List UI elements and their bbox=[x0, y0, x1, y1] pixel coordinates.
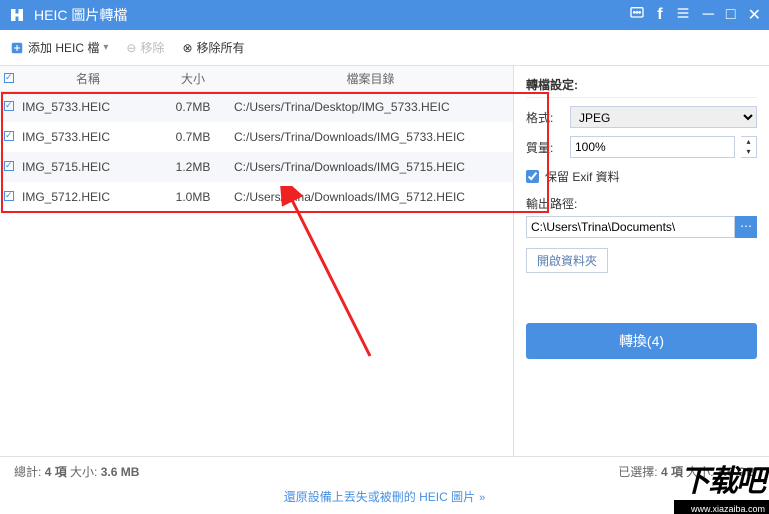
add-file-label: 添加 HEIC 檔 bbox=[28, 39, 99, 56]
table-row[interactable]: IMG_5733.HEIC 0.7MB C:/Users/Trina/Downl… bbox=[0, 122, 513, 152]
feedback-icon[interactable] bbox=[629, 5, 645, 26]
total-stats: 總計: 4 項 大小: 3.6 MB bbox=[14, 463, 139, 480]
file-name: IMG_5733.HEIC bbox=[18, 100, 158, 114]
file-path: C:/Users/Trina/Downloads/IMG_5715.HEIC bbox=[228, 160, 513, 174]
annotation-arrow bbox=[270, 186, 390, 366]
quality-input[interactable] bbox=[570, 136, 735, 158]
format-label: 格式: bbox=[526, 109, 564, 126]
toolbar: 添加 HEIC 檔 ▾ ⊖ 移除 ⊗ 移除所有 bbox=[0, 30, 769, 66]
maximize-button[interactable]: □ bbox=[726, 6, 736, 24]
clear-icon: ⊗ bbox=[182, 41, 192, 55]
watermark-text: 下载吧 bbox=[680, 456, 764, 500]
check-all[interactable] bbox=[0, 72, 18, 86]
add-file-button[interactable]: 添加 HEIC 檔 ▾ bbox=[10, 39, 108, 56]
app-logo-icon bbox=[8, 6, 26, 24]
remove-button[interactable]: ⊖ 移除 bbox=[126, 39, 164, 56]
settings-panel: 轉檔設定: 格式: JPEG 質量: ▴▾ 保留 Exif 資料 輸出路徑: ⋯… bbox=[514, 66, 769, 456]
app-title: HEIC 圖片轉檔 bbox=[34, 5, 629, 25]
remove-label: 移除 bbox=[140, 39, 164, 56]
chevron-down-icon: ▾ bbox=[103, 42, 108, 53]
file-size: 1.2MB bbox=[158, 160, 228, 174]
file-name: IMG_5715.HEIC bbox=[18, 160, 158, 174]
table-header: 名稱 大小 檔案目錄 bbox=[0, 66, 513, 92]
file-name: IMG_5733.HEIC bbox=[18, 130, 158, 144]
remove-all-button[interactable]: ⊗ 移除所有 bbox=[182, 39, 244, 56]
quality-label: 質量: bbox=[526, 139, 564, 156]
facebook-icon[interactable]: f bbox=[657, 6, 662, 24]
table-row[interactable]: IMG_5733.HEIC 0.7MB C:/Users/Trina/Deskt… bbox=[0, 92, 513, 122]
file-path: C:/Users/Trina/Downloads/IMG_5712.HEIC bbox=[228, 190, 513, 204]
settings-title: 轉檔設定: bbox=[526, 76, 757, 98]
watermark-url: www.xiazaiba.com bbox=[691, 504, 765, 514]
open-folder-button[interactable]: 開啟資料夾 bbox=[526, 248, 608, 273]
file-size: 0.7MB bbox=[158, 100, 228, 114]
menu-icon[interactable] bbox=[675, 5, 691, 26]
output-path-label: 輸出路徑: bbox=[526, 195, 757, 212]
titlebar: HEIC 圖片轉檔 f ─ □ ✕ bbox=[0, 0, 769, 30]
minimize-button[interactable]: ─ bbox=[703, 6, 714, 24]
file-path: C:/Users/Trina/Downloads/IMG_5733.HEIC bbox=[228, 130, 513, 144]
watermark: 下载吧 www.xiazaiba.com bbox=[649, 444, 769, 514]
row-checkbox[interactable] bbox=[4, 131, 14, 141]
file-size: 1.0MB bbox=[158, 190, 228, 204]
quality-spinner[interactable]: ▴▾ bbox=[741, 136, 757, 158]
output-path-input[interactable] bbox=[526, 216, 735, 238]
header-path[interactable]: 檔案目錄 bbox=[228, 70, 513, 87]
format-select[interactable]: JPEG bbox=[570, 106, 757, 128]
file-path: C:/Users/Trina/Desktop/IMG_5733.HEIC bbox=[228, 100, 513, 114]
table-row[interactable]: IMG_5715.HEIC 1.2MB C:/Users/Trina/Downl… bbox=[0, 152, 513, 182]
header-name[interactable]: 名稱 bbox=[18, 70, 158, 87]
row-checkbox[interactable] bbox=[4, 191, 14, 201]
main-area: 名稱 大小 檔案目錄 IMG_5733.HEIC 0.7MB C:/Users/… bbox=[0, 66, 769, 456]
row-checkbox[interactable] bbox=[4, 161, 14, 171]
row-checkbox[interactable] bbox=[4, 101, 14, 111]
table-body: IMG_5733.HEIC 0.7MB C:/Users/Trina/Deskt… bbox=[0, 92, 513, 212]
keep-exif-checkbox[interactable] bbox=[526, 170, 539, 183]
file-list-panel: 名稱 大小 檔案目錄 IMG_5733.HEIC 0.7MB C:/Users/… bbox=[0, 66, 514, 456]
table-row[interactable]: IMG_5712.HEIC 1.0MB C:/Users/Trina/Downl… bbox=[0, 182, 513, 212]
minus-icon: ⊖ bbox=[126, 41, 136, 55]
plus-icon bbox=[10, 41, 24, 55]
keep-exif-label: 保留 Exif 資料 bbox=[545, 168, 620, 185]
chevron-right-icon: » bbox=[479, 492, 485, 504]
file-size: 0.7MB bbox=[158, 130, 228, 144]
header-size[interactable]: 大小 bbox=[158, 70, 228, 87]
remove-all-label: 移除所有 bbox=[197, 39, 245, 56]
file-name: IMG_5712.HEIC bbox=[18, 190, 158, 204]
browse-button[interactable]: ⋯ bbox=[735, 216, 757, 238]
close-button[interactable]: ✕ bbox=[748, 5, 761, 25]
convert-button[interactable]: 轉換(4) bbox=[526, 323, 757, 359]
